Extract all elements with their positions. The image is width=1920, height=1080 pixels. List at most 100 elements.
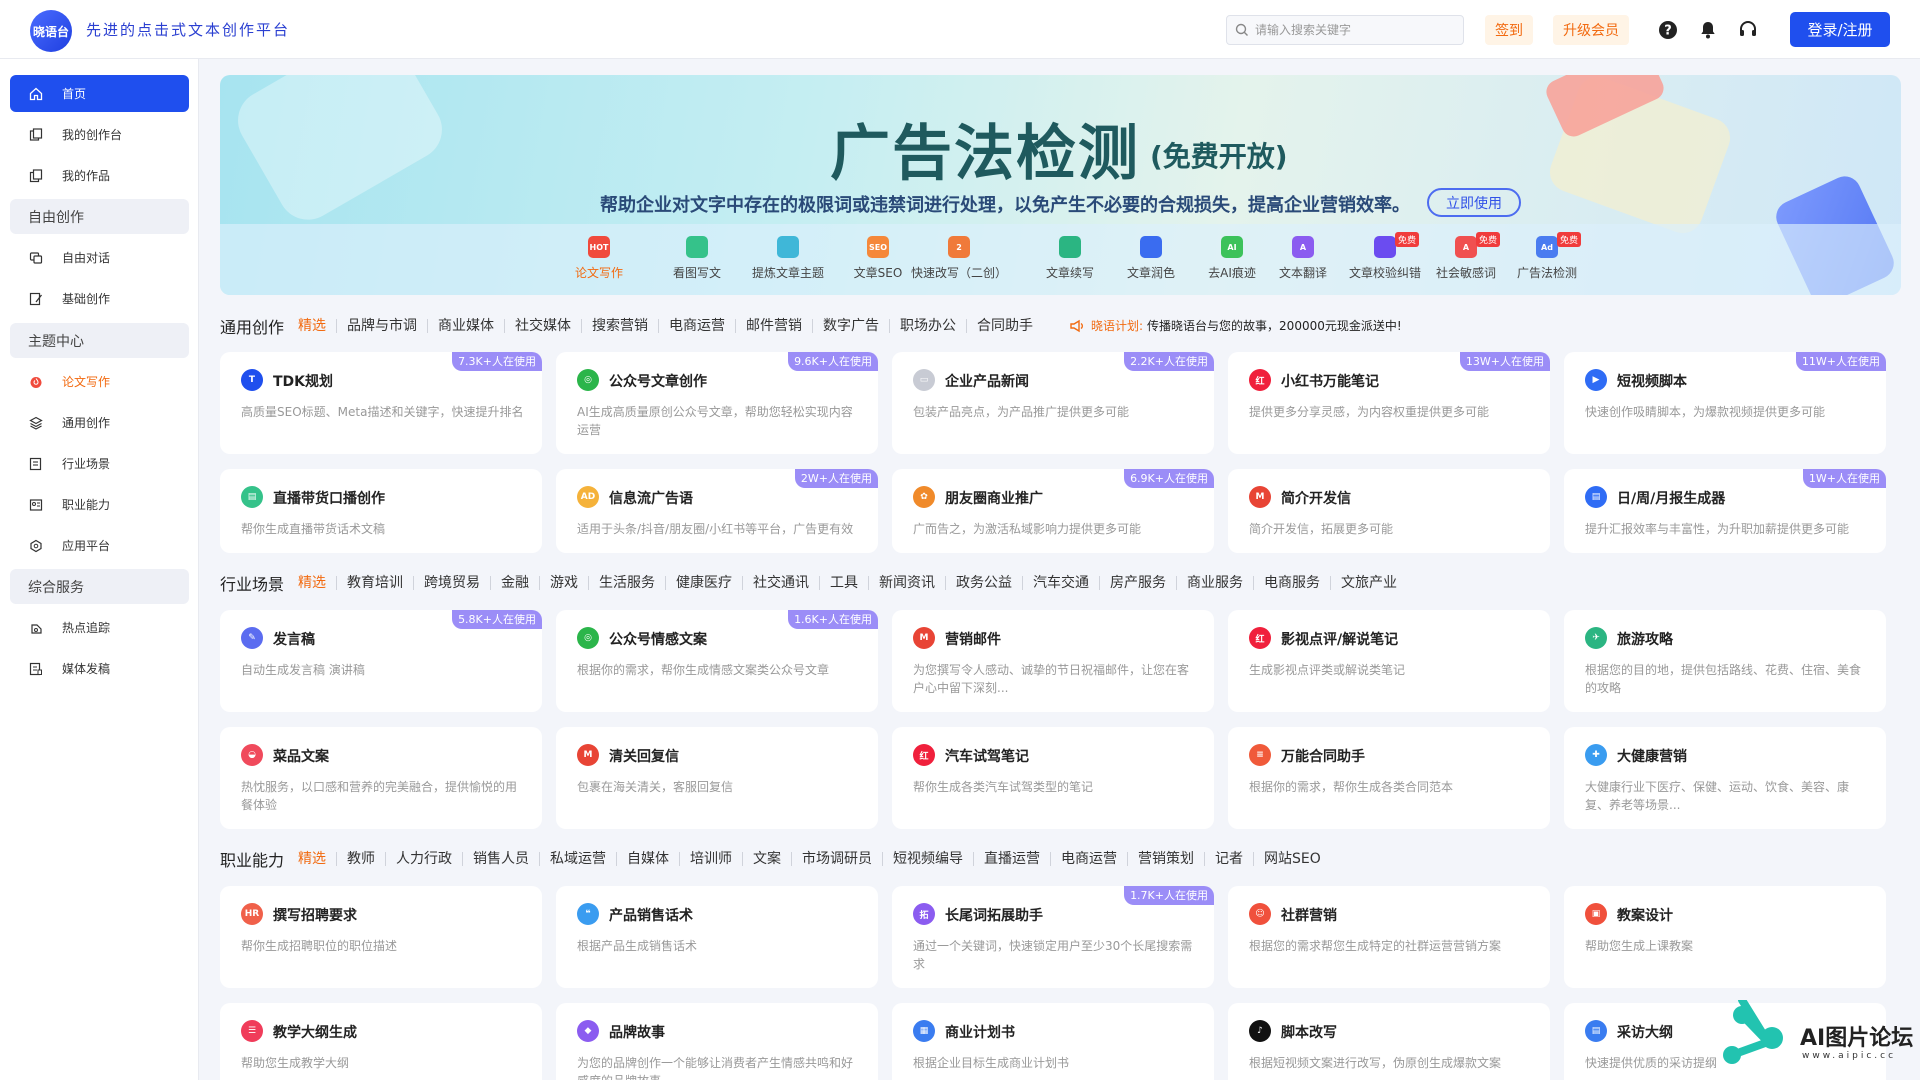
tool-card[interactable]: ✿ 朋友圈商业推广 广而告之，为激活私域影响力提供更多可能 6.9K+人在使用	[892, 469, 1214, 553]
category-tab[interactable]: 政务公益	[945, 576, 1022, 590]
tool-11[interactable]: Ad 免费 广告法检测	[1499, 232, 1595, 281]
tool-card[interactable]: ◎ 公众号情感文案 根据你的需求，帮你生成情感文案类公众号文章 1.6K+人在使用	[556, 610, 878, 712]
category-tab[interactable]: 合同助手	[966, 319, 1043, 333]
category-tab[interactable]: 教师	[336, 852, 385, 866]
tool-card[interactable]: ♪ 脚本改写 根据短视频文案进行改写，伪原创生成爆款文案	[1228, 1003, 1550, 1080]
tool-card[interactable]: ◎ 公众号文章创作 AI生成高质量原创公众号文章，帮助您轻松实现内容运营 9.6K+人…	[556, 352, 878, 454]
tool-card[interactable]: T TDK规划 高质量SEO标题、Meta描述和关键字，快速提升排名 7.3K+人在使…	[220, 352, 542, 454]
category-tab[interactable]: 健康医疗	[665, 576, 742, 590]
category-tab[interactable]: 教育培训	[336, 576, 413, 590]
sidebar-item-media[interactable]: 媒体发稿	[10, 650, 189, 687]
sidebar-group-service[interactable]: 综合服务	[10, 569, 189, 604]
bell-icon[interactable]	[1696, 18, 1720, 42]
category-tab[interactable]: 记者	[1204, 852, 1253, 866]
category-tab[interactable]: 精选	[298, 852, 336, 866]
sidebar-item-industry[interactable]: 行业场景	[10, 445, 189, 482]
login-button[interactable]: 登录/注册	[1790, 12, 1890, 47]
category-tab[interactable]: 商业服务	[1176, 576, 1253, 590]
category-tab[interactable]: 电商运营	[1050, 852, 1127, 866]
tool-card[interactable]: ▤ 日/周/月报生成器 提升汇报效率与丰富性，为升职加薪提供更多可能 1W+人在使用	[1564, 469, 1886, 553]
tool-card[interactable]: M 清关回复信 包裹在海关清关，客服回复信	[556, 727, 878, 829]
category-tab[interactable]: 社交媒体	[504, 319, 581, 333]
tool-card[interactable]: ▭ 企业产品新闻 包装产品亮点，为产品推广提供更多可能 2.2K+人在使用	[892, 352, 1214, 454]
category-tab[interactable]: 文案	[742, 852, 791, 866]
tool-card[interactable]: 红影视点评/解说笔记 生成影视点评类或解说类笔记	[1228, 610, 1550, 712]
category-tab[interactable]: 搜索营销	[581, 319, 658, 333]
category-tab[interactable]: 精选	[298, 576, 336, 590]
category-tab[interactable]: 汽车交通	[1022, 576, 1099, 590]
sidebar-item-chat[interactable]: 自由对话	[10, 239, 189, 276]
tool-card[interactable]: ▣ 教案设计 帮助您生成上课教案	[1564, 886, 1886, 988]
category-tab[interactable]: 生活服务	[588, 576, 665, 590]
sidebar-item-trend[interactable]: 热点追踪	[10, 609, 189, 646]
category-tab[interactable]: 电商运营	[658, 319, 735, 333]
tool-2[interactable]: 提炼文章主题	[740, 236, 836, 281]
tool-card[interactable]: M 营销邮件 为您撰写令人感动、诚挚的节日祝福邮件，让您在客户心中留下深刻...	[892, 610, 1214, 712]
logo[interactable]: 晓语台	[30, 10, 72, 52]
category-tab[interactable]: 私域运营	[539, 852, 616, 866]
category-tab[interactable]: 文旅产业	[1330, 576, 1407, 590]
category-tab[interactable]: 营销策划	[1127, 852, 1204, 866]
tool-card[interactable]: ▶ 短视频脚本 快速创作吸睛脚本，为爆款视频提供更多可能 11W+人在使用	[1564, 352, 1886, 454]
tool-card[interactable]: 红汽车试驾笔记 帮你生成各类汽车试驾类型的笔记	[892, 727, 1214, 829]
category-tab[interactable]: 人力行政	[385, 852, 462, 866]
sidebar-item-paper[interactable]: 论文写作	[10, 363, 189, 400]
sidebar-item-works[interactable]: 我的作品	[10, 157, 189, 194]
tool-card[interactable]: AD 信息流广告语 适用于头条/抖音/朋友圈/小红书等平台，广告更有效 2W+人在使用	[556, 469, 878, 553]
sidebar-item-career[interactable]: 职业能力	[10, 486, 189, 523]
category-tab[interactable]: 游戏	[539, 576, 588, 590]
headset-icon[interactable]	[1736, 18, 1760, 42]
category-tab[interactable]: 工具	[819, 576, 868, 590]
category-tab[interactable]: 房产服务	[1099, 576, 1176, 590]
sidebar-item-basic[interactable]: 基础创作	[10, 280, 189, 317]
category-tab[interactable]: 自媒体	[616, 852, 679, 866]
search-box[interactable]	[1226, 15, 1464, 45]
category-tab[interactable]: 市场调研员	[791, 852, 882, 866]
sidebar-item-home[interactable]: 首页	[10, 75, 189, 112]
sidebar-item-platform[interactable]: 应用平台	[10, 527, 189, 564]
category-tab[interactable]: 网站SEO	[1253, 852, 1331, 866]
tool-card[interactable]: 红小红书万能笔记 提供更多分享灵感，为内容权重提供更多可能 13W+人在使用	[1228, 352, 1550, 454]
category-tab[interactable]: 职场办公	[889, 319, 966, 333]
tool-card[interactable]: 拓长尾词拓展助手 通过一个关键词，快速锁定用户至少30个长尾搜索需求 1.7K+人在…	[892, 886, 1214, 988]
category-tab[interactable]: 邮件营销	[735, 319, 812, 333]
category-tab[interactable]: 销售人员	[462, 852, 539, 866]
category-tab[interactable]: 品牌与市调	[336, 319, 427, 333]
banner[interactable]: 广告法检测 (免费开放) 帮助企业对文字中存在的极限词或违禁词进行处理，以免产生…	[220, 75, 1901, 295]
tool-card[interactable]: ✈ 旅游攻略 根据您的目的地，提供包括路线、花费、住宿、美食的攻略	[1564, 610, 1886, 712]
tool-1[interactable]: 看图写文	[649, 236, 745, 281]
help-icon[interactable]: ?	[1656, 18, 1680, 42]
promo-banner[interactable]: 晓语计划: 传播晓语台与您的故事，200000元现金派送中!	[1069, 317, 1402, 334]
tool-card[interactable]: ✚ 大健康营销 大健康行业下医疗、保健、运动、饮食、美容、康复、养老等场景...	[1564, 727, 1886, 829]
tool-card[interactable]: ◆ 品牌故事为您的品牌创作一个能够让消费者产生情感共鸣和好感度的品牌故事	[556, 1003, 878, 1080]
tool-card[interactable]: HR 撰写招聘要求 帮你生成招聘职位的职位描述	[220, 886, 542, 988]
tool-card[interactable]: ✎ 发言稿 自动生成发言稿 演讲稿 5.8K+人在使用	[220, 610, 542, 712]
sidebar-item-workspace[interactable]: 我的创作台	[10, 116, 189, 153]
category-tab[interactable]: 精选	[298, 319, 336, 333]
category-tab[interactable]: 金融	[490, 576, 539, 590]
tool-0[interactable]: HOT 论文写作	[551, 236, 647, 281]
tool-card[interactable]: ▤ 直播带货口播创作 帮你生成直播带货话术文稿	[220, 469, 542, 553]
tool-card[interactable]: ☰ 教学大纲生成 帮助您生成教学大纲	[220, 1003, 542, 1080]
category-tab[interactable]: 商业媒体	[427, 319, 504, 333]
sidebar-group-theme[interactable]: 主题中心	[10, 323, 189, 358]
tool-card[interactable]: ☺ 社群营销 根据您的需求帮您生成特定的社群运营营销方案	[1228, 886, 1550, 988]
search-input[interactable]	[1255, 23, 1455, 37]
sidebar-group-free[interactable]: 自由创作	[10, 199, 189, 234]
category-tab[interactable]: 培训师	[679, 852, 742, 866]
category-tab[interactable]: 电商服务	[1253, 576, 1330, 590]
banner-cta-button[interactable]: 立即使用	[1427, 188, 1521, 217]
tool-card[interactable]: M 简介开发信 简介开发信，拓展更多可能	[1228, 469, 1550, 553]
category-tab[interactable]: 新闻资讯	[868, 576, 945, 590]
tool-card[interactable]: ▦ 商业计划书 根据企业目标生成商业计划书	[892, 1003, 1214, 1080]
category-tab[interactable]: 直播运营	[973, 852, 1050, 866]
tool-card[interactable]: ◒ 菜品文案 热忱服务，以口感和营养的完美融合，提供愉悦的用餐体验	[220, 727, 542, 829]
tool-4[interactable]: 2 快速改写（二创）	[911, 236, 1007, 281]
category-tab[interactable]: 数字广告	[812, 319, 889, 333]
category-tab[interactable]: 跨境贸易	[413, 576, 490, 590]
sidebar-item-general[interactable]: 通用创作	[10, 404, 189, 441]
tool-card[interactable]: ≡ 万能合同助手 根据你的需求，帮你生成各类合同范本	[1228, 727, 1550, 829]
category-tab[interactable]: 短视频编导	[882, 852, 973, 866]
checkin-button[interactable]: 签到	[1485, 15, 1533, 45]
category-tab[interactable]: 社交通讯	[742, 576, 819, 590]
